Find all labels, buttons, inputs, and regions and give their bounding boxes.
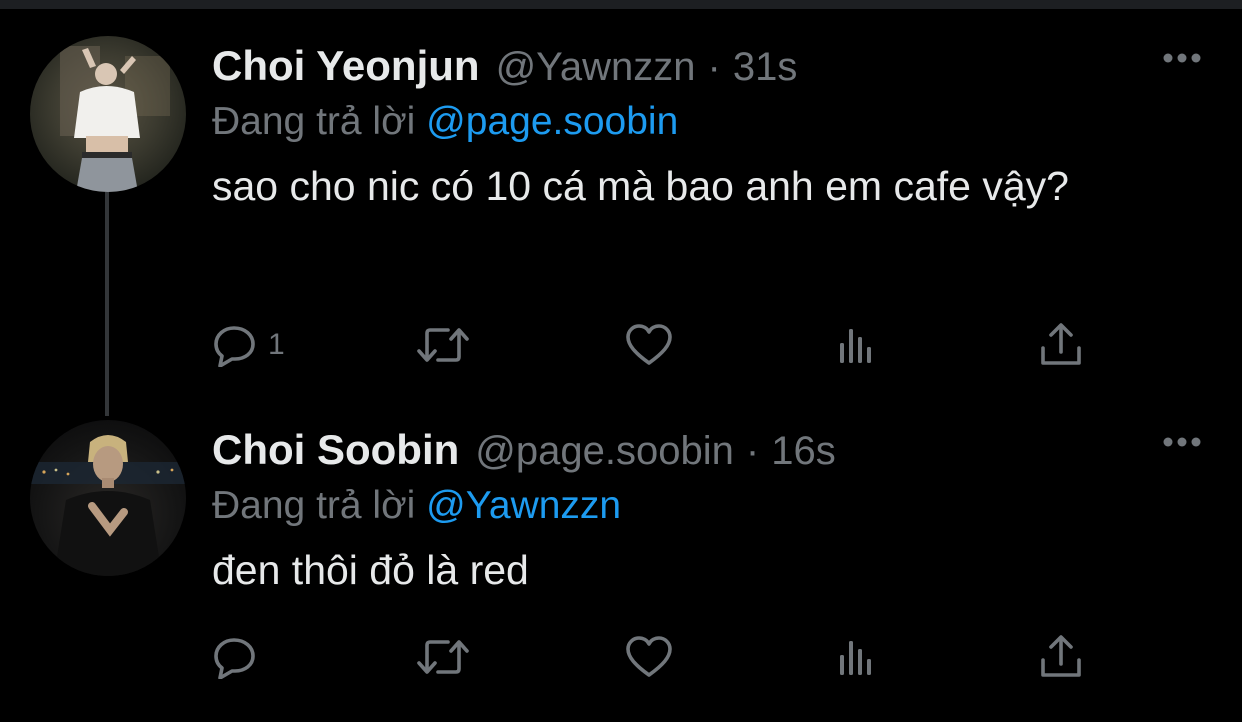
avatar[interactable] xyxy=(30,36,186,192)
avatar-photo-person xyxy=(60,46,170,192)
tweet-text: đen thôi đỏ là red xyxy=(212,547,529,593)
display-name[interactable]: Choi Yeonjun xyxy=(212,42,480,90)
top-divider xyxy=(0,0,1242,9)
view-analytics-button[interactable] xyxy=(834,320,878,370)
replying-to-label: Đang trả lời xyxy=(212,100,416,143)
avatar[interactable] xyxy=(30,420,186,576)
tweet-text: sao cho nic có 10 cá mà bao anh em cafe … xyxy=(212,163,1069,209)
thread-connector-line xyxy=(105,190,109,416)
tweet-header: Choi Soobin @page.soobin · 16s xyxy=(212,420,1202,482)
replying-to: Đang trả lời @page.soobin xyxy=(212,100,1202,144)
reply-count: 1 xyxy=(268,328,285,361)
reply-button[interactable]: 1 xyxy=(212,320,285,370)
action-bar xyxy=(212,632,1102,682)
reply-button[interactable] xyxy=(212,632,268,682)
share-button[interactable] xyxy=(1038,632,1084,682)
reply-bubble-icon xyxy=(214,326,255,367)
share-upload-icon xyxy=(1041,635,1081,677)
share-upload-icon xyxy=(1041,323,1081,365)
analytics-icon xyxy=(840,641,871,675)
separator-dot: · xyxy=(745,429,760,473)
replying-to-label: Đang trả lời xyxy=(212,484,416,527)
retweet-icon xyxy=(417,328,469,362)
avatar-photo-person xyxy=(30,435,186,576)
user-handle[interactable]: @page.soobin xyxy=(475,429,734,474)
more-horizontal-icon[interactable] xyxy=(1162,436,1202,448)
user-handle[interactable]: @Yawnzzn xyxy=(496,45,696,90)
tweet-header: Choi Yeonjun @Yawnzzn · 31s xyxy=(212,36,1202,98)
analytics-icon xyxy=(840,329,871,363)
like-button[interactable] xyxy=(625,632,673,682)
heart-icon xyxy=(626,324,672,365)
view-analytics-button[interactable] xyxy=(834,632,878,682)
timestamp[interactable]: 31s xyxy=(733,45,798,90)
heart-icon xyxy=(626,636,672,677)
like-button[interactable] xyxy=(625,320,673,370)
reply-bubble-icon xyxy=(214,638,255,679)
share-button[interactable] xyxy=(1038,320,1084,370)
separator-dot: · xyxy=(707,45,721,89)
replying-to: Đang trả lời @Yawnzzn xyxy=(212,484,1202,528)
retweet-button[interactable] xyxy=(416,320,470,370)
retweet-icon xyxy=(417,640,469,674)
display-name[interactable]: Choi Soobin xyxy=(212,426,459,474)
timestamp[interactable]: 16s xyxy=(771,429,836,474)
mention-link[interactable]: @Yawnzzn xyxy=(426,484,621,527)
more-horizontal-icon[interactable] xyxy=(1162,52,1202,64)
retweet-button[interactable] xyxy=(416,632,470,682)
mention-link[interactable]: @page.soobin xyxy=(426,100,678,143)
action-bar: 1 xyxy=(212,320,1102,370)
